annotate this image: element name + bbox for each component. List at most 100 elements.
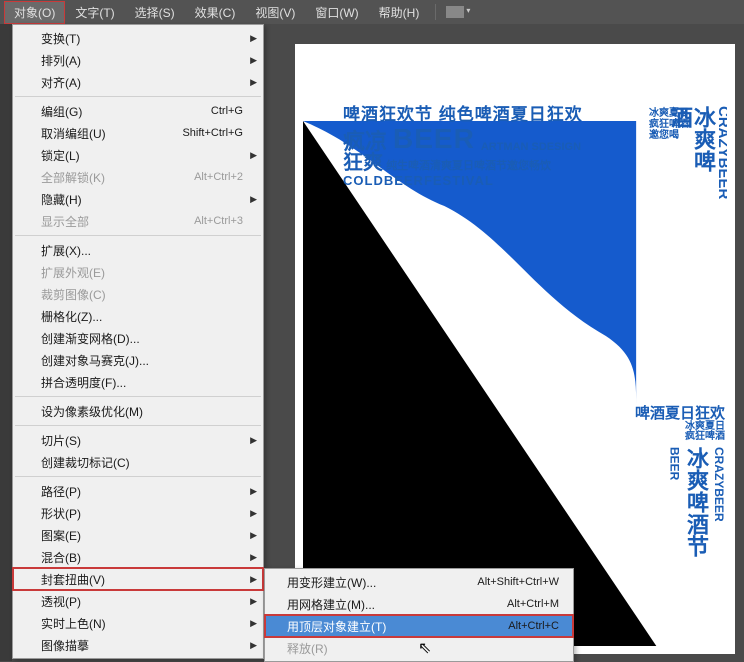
separator: [435, 4, 436, 20]
submenu-arrow-icon: ▶: [250, 574, 257, 585]
menu-item-label: 形状(P): [41, 505, 81, 522]
menu-separator: [15, 425, 261, 426]
object-menu-item-30[interactable]: 实时上色(N) ▶: [13, 612, 263, 634]
object-menu-item-22[interactable]: 创建裁切标记(C): [13, 451, 263, 473]
menu-item-label: 创建裁切标记(C): [41, 454, 130, 471]
menu-item-label: 排列(A): [41, 52, 81, 69]
menu-shortcut: Alt+Ctrl+3: [194, 215, 243, 227]
object-menu-item-4[interactable]: 编组(G) Ctrl+G: [13, 100, 263, 122]
object-menu-item-16[interactable]: 创建对象马赛克(J)...: [13, 349, 263, 371]
object-menu-item-14[interactable]: 栅格化(Z)...: [13, 305, 263, 327]
menu-item-label: 用顶层对象建立(T): [287, 618, 386, 635]
submenu-arrow-icon: ▶: [250, 150, 257, 161]
menu-item-label: 创建对象马赛克(J)...: [41, 352, 149, 369]
menu-item-label: 透视(P): [41, 593, 81, 610]
menu-item-label: 混合(B): [41, 549, 81, 566]
menu-item-label: 设为像素级优化(M): [41, 403, 143, 420]
menu-item-label: 全部解锁(K): [41, 169, 105, 186]
menu-item-label: 图像描摹: [41, 637, 89, 654]
menu-view[interactable]: 视图(V): [245, 1, 305, 24]
menu-separator: [15, 476, 261, 477]
submenu-arrow-icon: ▶: [250, 77, 257, 88]
menu-separator: [15, 96, 261, 97]
envelope-menu-item-1[interactable]: 用网格建立(M)... Alt+Ctrl+M: [265, 593, 573, 615]
menu-item-label: 封套扭曲(V): [41, 571, 105, 588]
envelope-distort-submenu: 用变形建立(W)... Alt+Shift+Ctrl+W 用网格建立(M)... Al…: [264, 568, 574, 662]
menu-shortcut: Alt+Shift+Ctrl+W: [477, 576, 559, 588]
workspace-switcher[interactable]: [446, 6, 464, 18]
object-menu-item-24[interactable]: 路径(P) ▶: [13, 480, 263, 502]
object-menu-item-0[interactable]: 变换(T) ▶: [13, 27, 263, 49]
menu-shortcut: Shift+Ctrl+G: [182, 127, 243, 139]
menu-separator: [15, 396, 261, 397]
menu-item-label: 用变形建立(W)...: [287, 574, 376, 591]
object-menu-item-6[interactable]: 锁定(L) ▶: [13, 144, 263, 166]
menu-shortcut: Alt+Ctrl+M: [507, 598, 559, 610]
object-menu-item-13: 裁剪图像(C): [13, 283, 263, 305]
menu-item-label: 用网格建立(M)...: [287, 596, 375, 613]
menu-window[interactable]: 窗口(W): [305, 1, 368, 24]
object-menu-item-15[interactable]: 创建渐变网格(D)...: [13, 327, 263, 349]
menu-item-label: 取消编组(U): [41, 125, 106, 142]
menu-item-label: 图案(E): [41, 527, 81, 544]
submenu-arrow-icon: ▶: [250, 486, 257, 497]
canvas[interactable]: 啤酒狂欢节 纯色啤酒夏日狂欢 疯凉 BEER ARTMAN SDESIGN 狂爽…: [265, 24, 744, 661]
left-toolstrip: [0, 24, 12, 661]
menu-item-label: 裁剪图像(C): [41, 286, 106, 303]
object-menu-item-19[interactable]: 设为像素级优化(M): [13, 400, 263, 422]
submenu-arrow-icon: ▶: [250, 552, 257, 563]
submenu-arrow-icon: ▶: [250, 618, 257, 629]
menu-item-label: 实时上色(N): [41, 615, 106, 632]
object-menu-item-17[interactable]: 拼合透明度(F)...: [13, 371, 263, 393]
menubar: 对象(O) 文字(T) 选择(S) 效果(C) 视图(V) 窗口(W) 帮助(H…: [0, 0, 744, 24]
menu-item-label: 释放(R): [287, 640, 328, 657]
object-menu-item-31[interactable]: 图像描摹 ▶: [13, 634, 263, 656]
menu-item-label: 创建渐变网格(D)...: [41, 330, 140, 347]
object-menu-item-8[interactable]: 隐藏(H)▶: [13, 188, 263, 210]
menu-shortcut: Alt+Ctrl+C: [508, 620, 559, 632]
menu-effect[interactable]: 效果(C): [185, 1, 246, 24]
artboard: 啤酒狂欢节 纯色啤酒夏日狂欢 疯凉 BEER ARTMAN SDESIGN 狂爽…: [295, 44, 735, 654]
menu-item-label: 显示全部: [41, 213, 89, 230]
menu-item-label: 变换(T): [41, 30, 80, 47]
object-menu-item-21[interactable]: 切片(S) ▶: [13, 429, 263, 451]
object-menu-item-1[interactable]: 排列(A) ▶: [13, 49, 263, 71]
object-menu-item-28[interactable]: 封套扭曲(V) ▶: [13, 568, 263, 590]
menu-item-label: 拼合透明度(F)...: [41, 374, 126, 391]
submenu-arrow-icon: ▶: [250, 194, 257, 205]
submenu-arrow-icon: ▶: [250, 435, 257, 446]
menu-shortcut: Ctrl+G: [211, 105, 243, 117]
menu-item-label: 扩展外观(E): [41, 264, 105, 281]
object-menu-item-2[interactable]: 对齐(A) ▶: [13, 71, 263, 93]
submenu-arrow-icon: ▶: [250, 530, 257, 541]
menu-item-label: 路径(P): [41, 483, 81, 500]
menu-separator: [15, 235, 261, 236]
submenu-arrow-icon: ▶: [250, 640, 257, 651]
envelope-menu-item-3: 释放(R): [265, 637, 573, 659]
object-menu-item-29[interactable]: 透视(P)▶: [13, 590, 263, 612]
menu-item-label: 对齐(A): [41, 74, 81, 91]
object-menu-item-12: 扩展外观(E): [13, 261, 263, 283]
menu-item-label: 切片(S): [41, 432, 81, 449]
submenu-arrow-icon: ▶: [250, 508, 257, 519]
object-menu-item-9: 显示全部 Alt+Ctrl+3: [13, 210, 263, 232]
menu-item-label: 编组(G): [41, 103, 82, 120]
envelope-menu-item-2[interactable]: 用顶层对象建立(T) Alt+Ctrl+C: [265, 615, 573, 637]
menu-select[interactable]: 选择(S): [125, 1, 185, 24]
envelope-menu-item-0[interactable]: 用变形建立(W)... Alt+Shift+Ctrl+W: [265, 571, 573, 593]
menu-object[interactable]: 对象(O): [4, 1, 65, 24]
submenu-arrow-icon: ▶: [250, 33, 257, 44]
object-menu-item-11[interactable]: 扩展(X)...: [13, 239, 263, 261]
menu-item-label: 锁定(L): [41, 147, 80, 164]
menu-type[interactable]: 文字(T): [65, 1, 124, 24]
menu-shortcut: Alt+Ctrl+2: [194, 171, 243, 183]
submenu-arrow-icon: ▶: [250, 55, 257, 66]
menu-item-label: 扩展(X)...: [41, 242, 91, 259]
menu-help[interactable]: 帮助(H): [369, 1, 430, 24]
object-menu-item-26[interactable]: 图案(E) ▶: [13, 524, 263, 546]
poster-text-top: 啤酒狂欢节 纯色啤酒夏日狂欢 疯凉 BEER ARTMAN SDESIGN 狂爽…: [343, 106, 717, 188]
object-menu-item-7: 全部解锁(K) Alt+Ctrl+2: [13, 166, 263, 188]
object-menu-item-5[interactable]: 取消编组(U) Shift+Ctrl+G: [13, 122, 263, 144]
object-menu-item-25[interactable]: 形状(P) ▶: [13, 502, 263, 524]
object-menu-item-27[interactable]: 混合(B) ▶: [13, 546, 263, 568]
